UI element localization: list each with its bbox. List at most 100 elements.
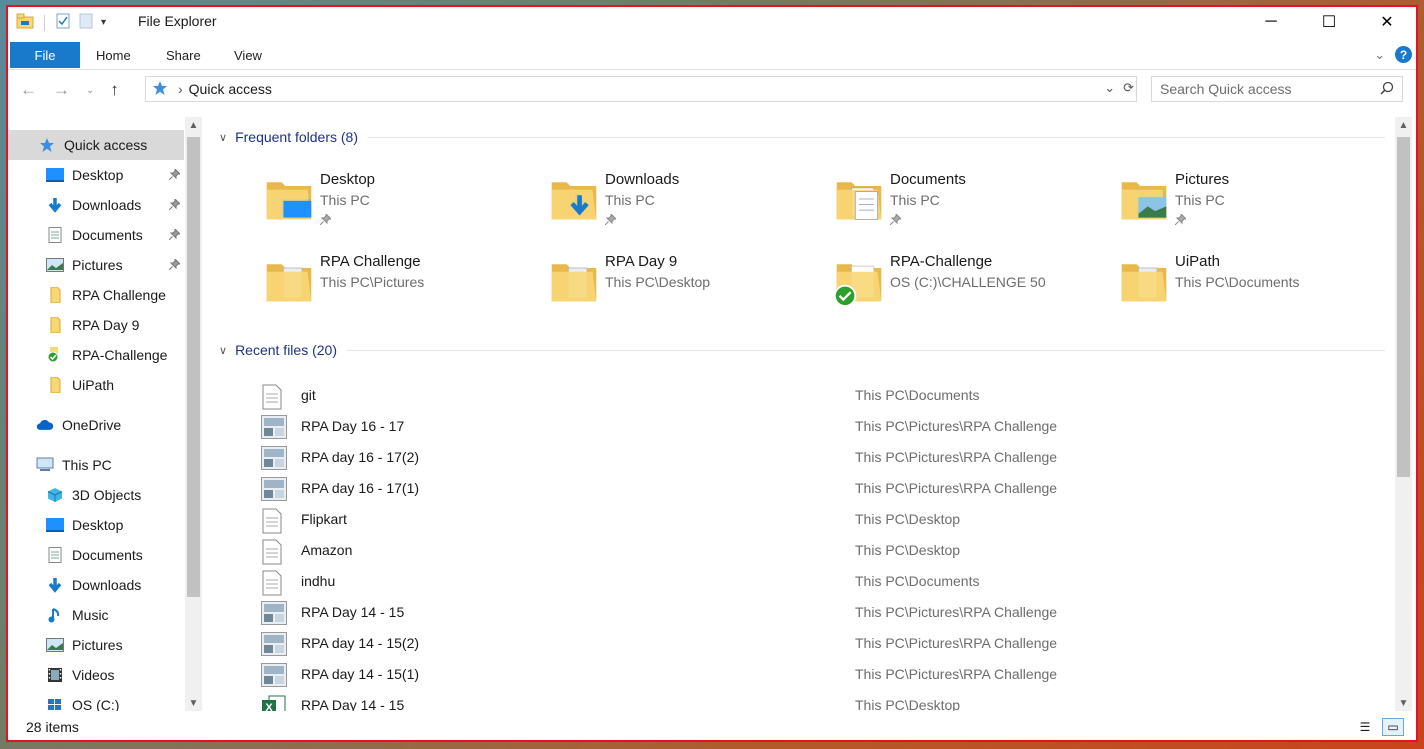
folder-location: This PC [1175, 192, 1225, 208]
sidebar-item-downloads[interactable]: Downloads [8, 190, 184, 220]
list-item[interactable]: RPA Day 14 - 15 This PC\Pictures\RPA Chal… [253, 597, 1383, 628]
sidebar-item-label: 3D Objects [72, 487, 142, 503]
scroll-up-icon[interactable]: ▲ [185, 117, 202, 133]
sidebar-item-desktop[interactable]: Desktop [8, 510, 184, 540]
group-title: Frequent folders (8) [235, 129, 359, 145]
scroll-down-icon[interactable]: ▼ [1395, 695, 1412, 711]
file-name: RPA day 16 - 17(2) [301, 449, 420, 465]
file-location: This PC\Pictures\RPA Challenge [855, 449, 1058, 465]
list-item[interactable]: RPA day 14 - 15(2) This PC\Pictures\RPA C… [253, 628, 1383, 659]
list-item[interactable]: indhu This PC\Documents [253, 566, 1383, 597]
nav-scrollbar[interactable]: ▲ ▼ [185, 117, 202, 711]
address-bar[interactable]: › Quick access ⌄ ⟳ [145, 76, 1137, 102]
maximize-button[interactable]: ☐ [1300, 7, 1358, 37]
folder-tile[interactable]: Documents This PC [783, 167, 1063, 237]
folder-tile[interactable]: RPA-Challenge OS (C:)\CHALLENGE 50 [783, 249, 1063, 319]
sidebar-item-os-c[interactable]: OS (C:) [8, 690, 184, 711]
divider [347, 349, 1385, 351]
sidebar-item-videos[interactable]: Videos [8, 660, 184, 690]
desktop-icon [46, 517, 64, 533]
folder-tile[interactable]: Downloads This PC [498, 167, 778, 237]
breadcrumb[interactable]: Quick access [189, 81, 272, 97]
sidebar-item-desktop[interactable]: Desktop [8, 160, 184, 190]
list-item[interactable]: RPA day 14 - 15(1) This PC\Pictures\RPA C… [253, 659, 1383, 690]
folder-tile[interactable]: Pictures This PC [1068, 167, 1348, 237]
details-view-icon[interactable]: ☰ [1354, 718, 1376, 736]
folder-tile[interactable]: UiPath This PC\Documents [1068, 249, 1348, 319]
address-dropdown-icon[interactable]: ⌄ [1104, 80, 1115, 96]
download-icon [46, 197, 64, 213]
sidebar-item-pictures[interactable]: Pictures [8, 250, 184, 280]
list-item[interactable]: Flipkart This PC\Desktop [253, 504, 1383, 535]
forward-button[interactable]: → [53, 80, 70, 100]
image-file-icon [261, 632, 287, 656]
list-item[interactable]: RPA day 16 - 17(2) This PC\Pictures\RPA C… [253, 442, 1383, 473]
sidebar-item-this-pc[interactable]: This PC [8, 450, 184, 480]
folder-tile[interactable]: RPA Day 9 This PC\Desktop [498, 249, 778, 319]
sidebar-item-rpa-challenge[interactable]: RPA-Challenge [8, 340, 184, 370]
sidebar-item-quick-access[interactable]: Quick access [8, 130, 184, 160]
downloads-folder-icon [548, 173, 598, 223]
scroll-thumb[interactable] [187, 137, 200, 597]
tab-share[interactable]: Share [166, 42, 201, 68]
recent-locations-icon[interactable]: ⌄ [86, 85, 94, 96]
list-item[interactable]: X RPA Day 14 - 15 This PC\Desktop [253, 690, 1383, 711]
search-input[interactable]: Search Quick access [1151, 76, 1403, 102]
refresh-icon[interactable]: ⟳ [1123, 80, 1134, 96]
sidebar-item-onedrive[interactable]: OneDrive [8, 410, 184, 440]
folder-name: RPA Day 9 [605, 253, 678, 270]
folder-tile[interactable]: Desktop This PC [213, 167, 493, 237]
help-icon[interactable]: ? [1395, 46, 1412, 63]
sidebar-item-documents[interactable]: Documents [8, 540, 184, 570]
large-icons-view-icon[interactable]: ▭ [1382, 718, 1404, 736]
recent-files-header[interactable]: ∨ Recent files (20) [219, 342, 1385, 358]
content-scrollbar[interactable]: ▲ ▼ [1395, 117, 1412, 711]
chevron-down-icon[interactable]: ∨ [219, 344, 227, 357]
scroll-down-icon[interactable]: ▼ [185, 695, 202, 711]
sidebar-item-rpa-day-9[interactable]: RPA Day 9 [8, 310, 184, 340]
group-title: Recent files (20) [235, 342, 337, 358]
file-name: RPA day 16 - 17(1) [301, 480, 420, 496]
sidebar-item-rpa-challenge[interactable]: RPA Challenge [8, 280, 184, 310]
back-button[interactable]: ← [20, 80, 37, 100]
window-title: File Explorer [138, 13, 217, 29]
tab-file[interactable]: File [10, 42, 80, 68]
tab-view[interactable]: View [234, 42, 262, 68]
divider [8, 69, 1416, 70]
up-button[interactable]: ↑ [110, 80, 119, 100]
folder-name: Documents [890, 171, 966, 188]
file-name: Amazon [301, 542, 353, 558]
properties-icon[interactable] [55, 13, 71, 32]
expand-ribbon-icon[interactable]: ⌄ [1374, 47, 1385, 63]
text-file-icon [261, 539, 285, 565]
sidebar-item-label: Desktop [72, 167, 124, 183]
sidebar-item-documents[interactable]: Documents [8, 220, 184, 250]
chevron-down-icon[interactable]: ∨ [219, 131, 227, 144]
customize-dropdown-icon[interactable]: ▾ [101, 17, 106, 28]
folder-icon [1118, 255, 1168, 305]
documents-icon [46, 227, 64, 243]
sidebar-item-music[interactable]: Music [8, 600, 184, 630]
divider [44, 14, 45, 31]
close-button[interactable]: ✕ [1358, 7, 1416, 37]
list-item[interactable]: RPA day 16 - 17(1) This PC\Pictures\RPA C… [253, 473, 1383, 504]
tab-home[interactable]: Home [96, 42, 131, 68]
sidebar-item-uipath[interactable]: UiPath [8, 370, 184, 400]
sidebar-item-pictures[interactable]: Pictures [8, 630, 184, 660]
list-item[interactable]: Amazon This PC\Desktop [253, 535, 1383, 566]
folder-icon [46, 287, 64, 303]
breadcrumb-separator[interactable]: › [178, 81, 183, 97]
folder-tile[interactable]: RPA Challenge This PC\Pictures [213, 249, 493, 319]
cube-icon [46, 487, 64, 503]
scroll-thumb[interactable] [1397, 137, 1410, 477]
minimize-button[interactable]: ─ [1242, 7, 1300, 37]
list-item[interactable]: git This PC\Documents [253, 380, 1383, 411]
sidebar-item-label: RPA-Challenge [72, 347, 168, 363]
sidebar-item-3d-objects[interactable]: 3D Objects [8, 480, 184, 510]
new-folder-icon[interactable] [79, 13, 93, 32]
sidebar-item-downloads[interactable]: Downloads [8, 570, 184, 600]
frequent-folders-header[interactable]: ∨ Frequent folders (8) [219, 129, 1385, 145]
image-file-icon [261, 663, 287, 687]
list-item[interactable]: RPA Day 16 - 17 This PC\Pictures\RPA Chal… [253, 411, 1383, 442]
scroll-up-icon[interactable]: ▲ [1395, 117, 1412, 133]
